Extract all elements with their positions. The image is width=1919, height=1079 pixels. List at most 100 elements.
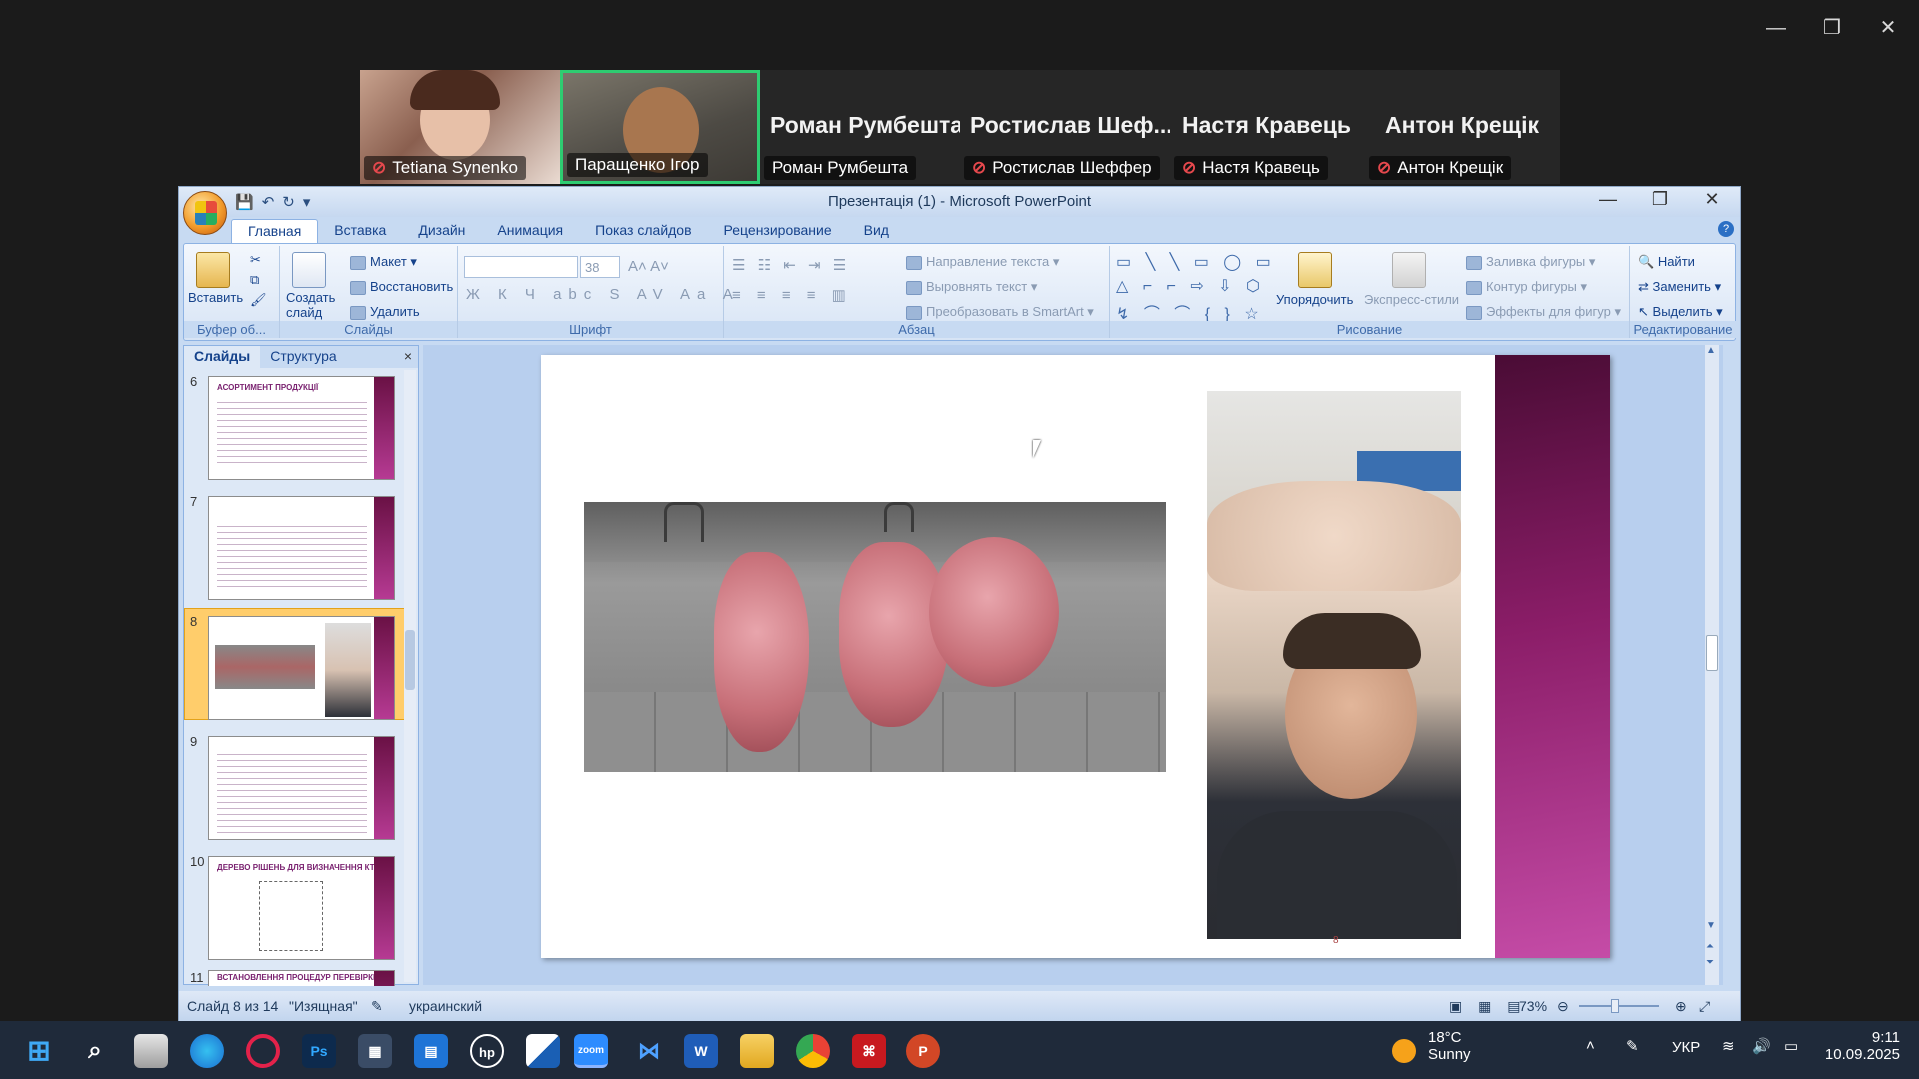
fit-to-window-icon[interactable]: ⤢ bbox=[1699, 998, 1710, 1015]
zoom-level[interactable]: 73% bbox=[1519, 998, 1547, 1014]
editor-scrollbar[interactable]: ▲ ▼ ⏶ ⏷ bbox=[1705, 345, 1719, 985]
task-view-icon[interactable] bbox=[134, 1034, 168, 1068]
photoshop-icon[interactable]: Ps bbox=[302, 1034, 336, 1068]
align-text-button[interactable]: Выровнять текст ▾ bbox=[906, 279, 1037, 295]
editor-scroll-thumb[interactable] bbox=[1706, 635, 1718, 671]
zoom-slider[interactable] bbox=[1579, 1005, 1659, 1007]
new-slide-button[interactable]: Создать слайд bbox=[286, 290, 346, 320]
delete-slide-button[interactable]: Удалить bbox=[350, 304, 420, 320]
undo-icon[interactable]: ↶ bbox=[262, 193, 275, 211]
language-indicator[interactable]: украинский bbox=[409, 998, 482, 1014]
quick-styles-button[interactable]: Экспресс-стили bbox=[1364, 292, 1459, 307]
slide-thumbnail[interactable]: 6 АСОРТИМЕНТ ПРОДУКЦІЇ bbox=[184, 370, 404, 482]
smartart-button[interactable]: Преобразовать в SmartArt ▾ bbox=[906, 304, 1094, 320]
person-photo[interactable] bbox=[1207, 391, 1461, 939]
zoom-minimize-button[interactable]: — bbox=[1756, 14, 1796, 42]
find-button[interactable]: 🔍 Найти bbox=[1638, 254, 1695, 270]
font-size-select[interactable]: 38 bbox=[580, 256, 620, 278]
zoom-restore-button[interactable]: ❐ bbox=[1812, 14, 1852, 42]
tab-design[interactable]: Дизайн bbox=[402, 219, 481, 243]
store-app-icon[interactable]: ▤ bbox=[414, 1034, 448, 1068]
align-icons[interactable]: ≡ ≡ ≡ ≡ ▥ bbox=[732, 286, 852, 304]
tab-slides[interactable]: Слайды bbox=[184, 346, 261, 368]
text-direction-button[interactable]: Направление текста ▾ bbox=[906, 254, 1059, 270]
arrange-button[interactable]: Упорядочить bbox=[1276, 292, 1353, 307]
new-slide-icon[interactable] bbox=[292, 252, 326, 288]
search-icon[interactable]: ⌕ bbox=[78, 1034, 112, 1068]
ppt-restore-button[interactable]: ❐ bbox=[1637, 189, 1683, 210]
current-slide[interactable]: 8 bbox=[541, 355, 1610, 958]
view-buttons[interactable]: ▣ ▦ ▤ bbox=[1449, 998, 1526, 1015]
word-icon[interactable]: W bbox=[684, 1034, 718, 1068]
grow-font-icon[interactable]: A˄ A˅ bbox=[628, 258, 669, 275]
ppt-close-button[interactable]: ✕ bbox=[1689, 189, 1735, 210]
arrange-icon[interactable] bbox=[1298, 252, 1332, 288]
zoom-close-button[interactable]: ✕ bbox=[1868, 14, 1908, 42]
qat-dropdown-icon[interactable]: ▾ bbox=[303, 193, 311, 211]
close-panel-icon[interactable]: × bbox=[404, 348, 412, 364]
help-icon[interactable]: ? bbox=[1718, 221, 1734, 237]
zoom-out-icon[interactable]: ⊖ bbox=[1557, 998, 1569, 1015]
tab-review[interactable]: Рецензирование bbox=[708, 219, 848, 243]
select-button[interactable]: ↖ Выделить ▾ bbox=[1638, 304, 1723, 320]
slide-thumbnail[interactable]: 10 ДЕРЕВО РІШЕНЬ ДЛЯ ВИЗНАЧЕННЯ КТ bbox=[184, 850, 404, 962]
tab-animation[interactable]: Анимация bbox=[481, 219, 579, 243]
sunny-icon[interactable] bbox=[1392, 1039, 1416, 1063]
zoom-app-icon[interactable]: zoom bbox=[574, 1034, 608, 1068]
snipping-icon[interactable] bbox=[526, 1034, 560, 1068]
windows-start-icon[interactable]: ⊞ bbox=[22, 1034, 56, 1068]
tab-slideshow[interactable]: Показ слайдов bbox=[579, 219, 707, 243]
paste-icon[interactable] bbox=[196, 252, 230, 288]
zoom-slider-thumb[interactable] bbox=[1611, 999, 1619, 1013]
paste-button[interactable]: Вставить bbox=[188, 290, 243, 305]
powerpoint-icon[interactable]: P bbox=[906, 1034, 940, 1068]
shape-fill-button[interactable]: Заливка фигуры ▾ bbox=[1466, 254, 1595, 270]
participant-tile[interactable]: Ростислав Шеф... ⊘ Ростислав Шеффер bbox=[960, 70, 1173, 184]
opera-icon[interactable] bbox=[246, 1034, 280, 1068]
slide-thumbnail[interactable]: 7 bbox=[184, 490, 404, 602]
visual-studio-icon[interactable]: ⋈ bbox=[632, 1034, 666, 1068]
input-language[interactable]: УКР bbox=[1672, 1039, 1700, 1056]
edge-icon[interactable] bbox=[190, 1034, 224, 1068]
tab-view[interactable]: Вид bbox=[848, 219, 905, 243]
prev-slide-icon[interactable]: ⏶ bbox=[1706, 941, 1714, 952]
weather-widget[interactable]: 18°C Sunny bbox=[1428, 1029, 1471, 1063]
shapes-gallery-row2[interactable]: △ ⌐ ⌐ ⇨ ⇩ ⬡ bbox=[1116, 276, 1265, 296]
battery-icon[interactable]: ▭ bbox=[1784, 1037, 1798, 1055]
tab-outline[interactable]: Структура bbox=[260, 346, 346, 368]
meat-photo[interactable] bbox=[584, 502, 1166, 772]
quick-styles-icon[interactable] bbox=[1392, 252, 1426, 288]
redo-icon[interactable]: ↻ bbox=[282, 193, 295, 211]
scroll-up-icon[interactable]: ▲ bbox=[1706, 345, 1716, 356]
participant-tile-active-speaker[interactable]: Паращенко Ігор bbox=[560, 70, 760, 184]
layout-button[interactable]: Макет ▾ bbox=[350, 254, 417, 270]
spellcheck-icon[interactable]: ✎ bbox=[371, 998, 383, 1015]
participant-tile[interactable]: Настя Кравець ⊘ Настя Кравець bbox=[1170, 70, 1365, 184]
office-button[interactable] bbox=[183, 191, 227, 235]
clock[interactable]: 9:11 10.09.2025 bbox=[1820, 1029, 1900, 1063]
acrobat-icon[interactable]: ⌘ bbox=[852, 1034, 886, 1068]
cut-icon[interactable]: ✂ bbox=[250, 252, 261, 268]
list-icons[interactable]: ☰ ☷ ⇤ ⇥ ☰ bbox=[732, 256, 850, 274]
shapes-gallery[interactable]: ▭ ╲ ╲ ▭ ◯ ▭ bbox=[1116, 252, 1276, 272]
shape-outline-button[interactable]: Контур фигуры ▾ bbox=[1466, 279, 1587, 295]
tab-insert[interactable]: Вставка bbox=[318, 219, 402, 243]
panel-scroll-thumb[interactable] bbox=[405, 630, 415, 690]
slide-thumbnail[interactable]: 11 ВСТАНОВЛЕННЯ ПРОЦЕДУР ПЕРЕВІРКИ ТА bbox=[184, 966, 404, 986]
zoom-in-icon[interactable]: ⊕ bbox=[1675, 998, 1687, 1015]
ppt-minimize-button[interactable]: — bbox=[1585, 189, 1631, 210]
volume-icon[interactable]: 🔊 bbox=[1752, 1037, 1771, 1055]
pen-icon[interactable]: ✎ bbox=[1626, 1037, 1639, 1055]
file-explorer-icon[interactable] bbox=[740, 1034, 774, 1068]
format-painter-icon[interactable]: 🖌 bbox=[250, 292, 267, 308]
next-slide-icon[interactable]: ⏷ bbox=[1706, 957, 1714, 968]
chevron-up-icon[interactable]: ˄ bbox=[1586, 1037, 1595, 1054]
hp-icon[interactable]: hp bbox=[470, 1034, 504, 1068]
shape-effects-button[interactable]: Эффекты для фигур ▾ bbox=[1466, 304, 1621, 320]
scroll-down-icon[interactable]: ▼ bbox=[1706, 920, 1716, 931]
font-name-select[interactable] bbox=[464, 256, 578, 278]
slide-thumbnail-selected[interactable]: 8 bbox=[184, 610, 404, 722]
panel-scrollbar[interactable] bbox=[404, 370, 416, 982]
participant-tile[interactable]: Роман Румбешта Роман Румбешта bbox=[760, 70, 963, 184]
copy-icon[interactable]: ⧉ bbox=[250, 272, 259, 288]
